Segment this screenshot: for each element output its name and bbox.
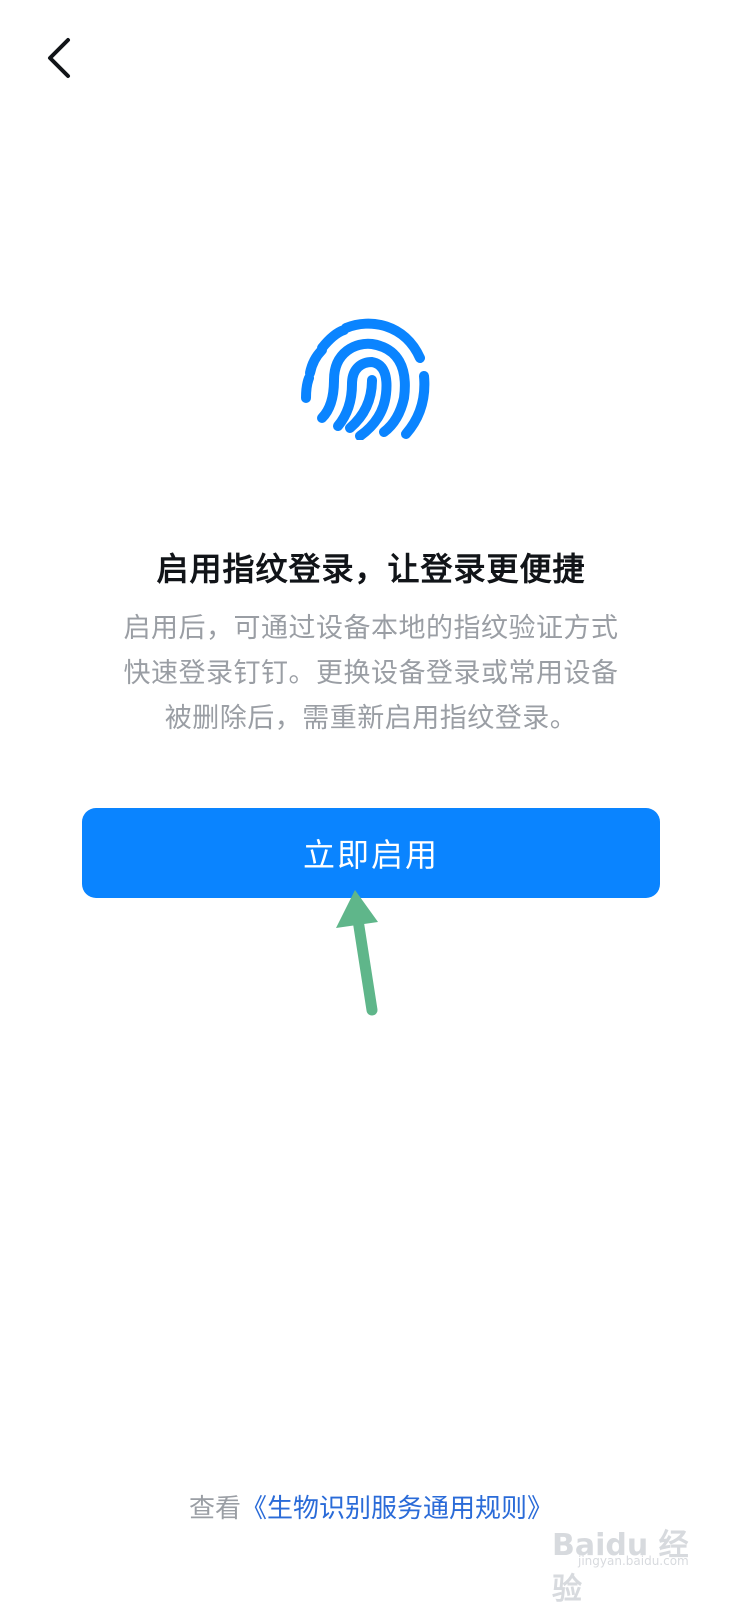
page-title: 启用指纹登录，让登录更便捷	[156, 550, 586, 588]
biometric-rules-link[interactable]: 《生物识别服务通用规则》	[241, 1494, 553, 1524]
description: 启用后，可通过设备本地的指纹验证方式 快速登录钉钉。更换设备登录或常用设备 被删…	[82, 606, 660, 741]
enable-now-button[interactable]: 立即启用	[82, 808, 660, 898]
back-button[interactable]	[34, 30, 84, 86]
baidu-watermark: Baidu 经验 jingyan.baidu.com	[552, 1514, 712, 1607]
chevron-left-icon	[48, 38, 70, 78]
description-line: 快速登录钉钉。更换设备登录或常用设备	[123, 658, 619, 689]
fingerprint-icon	[300, 318, 432, 441]
footer-prefix: 查看	[188, 1494, 241, 1524]
watermark-sub: jingyan.baidu.com	[578, 1554, 689, 1568]
description-line: 被删除后，需重新启用指纹登录。	[164, 703, 578, 734]
arrow-up-icon	[336, 890, 378, 1016]
description-line: 启用后，可通过设备本地的指纹验证方式	[123, 613, 619, 644]
